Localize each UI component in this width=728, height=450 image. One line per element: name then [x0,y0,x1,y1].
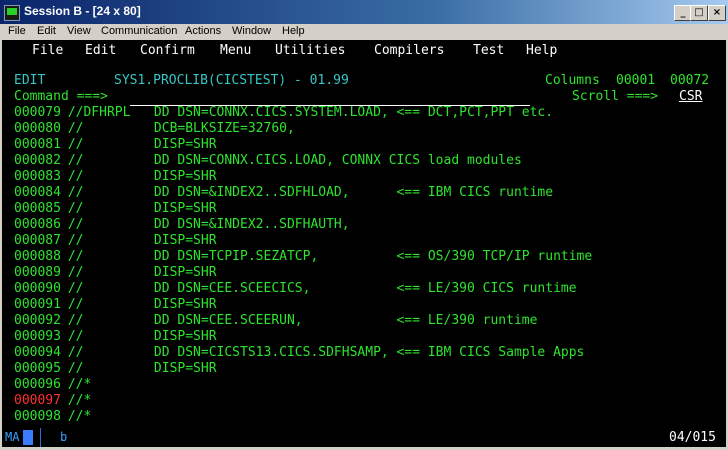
menu-window[interactable]: Window [232,25,271,37]
oia-session-indicator: MA [5,430,20,444]
line-text[interactable]: // DD DSN=TCPIP.SEZATCP, <== OS/390 TCP/… [60,249,592,265]
line-text[interactable]: // DISP=SHR [60,169,217,185]
menu-edit[interactable]: Edit [37,25,56,37]
line-number[interactable]: 000082 [14,153,61,169]
line-number[interactable]: 000083 [14,169,61,185]
menu-communication[interactable]: Communication [101,25,177,37]
editor-mode: EDIT [14,73,46,88]
window-title: Session B - [24 x 80] [24,4,141,18]
line-text[interactable]: // DD DSN=&INDEX2..SDFHLOAD, <== IBM CIC… [60,185,553,201]
action-edit[interactable]: Edit [85,43,116,58]
command-prompt: Command ===> [14,89,108,104]
line-number[interactable]: 000091 [14,297,61,313]
line-text[interactable]: // DISP=SHR [60,329,217,345]
menu-actions[interactable]: Actions [185,25,221,37]
line-number[interactable]: 000081 [14,137,61,153]
menu-bar: File Edit View Communication Actions Win… [0,24,728,40]
line-number[interactable]: 000087 [14,233,61,249]
line-text[interactable]: // DD DSN=&INDEX2..SDFHAUTH, [60,217,350,233]
line-text[interactable]: //* [60,377,92,393]
line-text[interactable]: // DISP=SHR [60,201,217,217]
line-number[interactable]: 000080 [14,121,61,137]
line-text[interactable]: // DD DSN=CEE.SCEECICS, <== LE/390 CICS … [60,281,577,297]
terminal-window: Session B - [24 x 80] _ □ × File Edit Vi… [0,0,728,450]
action-confirm[interactable]: Confirm [140,43,195,58]
action-menu[interactable]: Menu [220,43,251,58]
line-text[interactable]: // DISP=SHR [60,265,217,281]
scroll-input[interactable]: CSR [679,89,702,105]
line-number[interactable]: 000088 [14,249,61,265]
dataset-name: SYS1.PROCLIB(CICSTEST) - 01.99 [114,73,349,88]
title-bar[interactable]: Session B - [24 x 80] _ □ × [0,0,728,24]
line-number[interactable]: 000079 [14,105,61,121]
status-bar: MA b 04/015 [2,428,726,447]
ispf-action-bar: File Edit Confirm Menu Utilities Compile… [2,40,726,64]
columns-label: Columns [545,73,600,88]
line-text[interactable]: //DFHRPL DD DSN=CONNX.CICS.SYSTEM.LOAD, … [60,105,553,121]
line-number[interactable]: 000089 [14,265,61,281]
line-number[interactable]: 000098 [14,409,61,425]
line-number[interactable]: 000096 [14,377,61,393]
maximize-button[interactable]: □ [690,5,708,21]
oia-mode: b [60,430,68,444]
close-button[interactable]: × [708,5,726,21]
line-text[interactable]: //* [60,393,92,409]
oia-divider [40,428,41,447]
menu-file[interactable]: File [8,25,26,37]
action-compilers[interactable]: Compilers [374,43,444,58]
command-input[interactable] [130,89,530,106]
line-number[interactable]: 000095 [14,361,61,377]
line-text[interactable]: //* [60,409,92,425]
scroll-prompt: Scroll ===> [572,89,659,104]
line-number[interactable]: 000092 [14,313,61,329]
line-number[interactable]: 000084 [14,185,61,201]
line-text[interactable]: // DISP=SHR [60,233,217,249]
line-text[interactable]: // DCB=BLKSIZE=32760, [60,121,295,137]
action-file[interactable]: File [32,43,63,58]
columns-to: 00072 [670,73,710,88]
menu-help[interactable]: Help [282,25,305,37]
line-number[interactable]: 000086 [14,217,61,233]
menu-view[interactable]: View [67,25,91,37]
line-text[interactable]: // DD DSN=CICSTS13.CICS.SDFHSAMP, <== IB… [60,345,585,361]
line-number[interactable]: 000093 [14,329,61,345]
line-text[interactable]: // DISP=SHR [60,361,217,377]
line-number[interactable]: 000090 [14,281,61,297]
action-utilities[interactable]: Utilities [275,43,345,58]
action-help[interactable]: Help [526,43,557,58]
line-number[interactable]: 000094 [14,345,61,361]
line-text[interactable]: // DISP=SHR [60,137,217,153]
line-text[interactable]: // DD DSN=CONNX.CICS.LOAD, CONNX CICS lo… [60,153,522,169]
line-text[interactable]: // DISP=SHR [60,297,217,313]
cursor-position: 04/015 [669,430,716,445]
line-number[interactable]: 000097 [14,393,61,409]
action-test[interactable]: Test [473,43,504,58]
terminal-app-icon[interactable] [4,5,20,21]
line-number[interactable]: 000085 [14,201,61,217]
line-text[interactable]: // DD DSN=CEE.SCEERUN, <== LE/390 runtim… [60,313,538,329]
oia-connection-block [23,430,33,445]
terminal-screen[interactable]: File Edit Confirm Menu Utilities Compile… [2,40,726,428]
columns-from: 00001 [616,73,656,88]
